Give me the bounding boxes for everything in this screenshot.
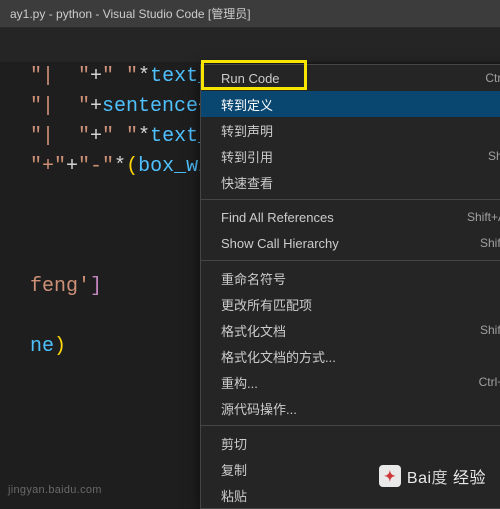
code-token: * <box>138 125 150 148</box>
menu-separator <box>201 260 500 261</box>
menu-item-label: 源代码操作... <box>221 399 297 418</box>
menu-item-label: 粘贴 <box>221 486 247 505</box>
menu-item-label: 转到引用 <box>221 147 273 166</box>
menu-item[interactable]: 重构... Ctrl+Sh <box>201 369 500 395</box>
code-token: + <box>90 95 102 118</box>
menu-item-label: 转到定义 <box>221 95 273 114</box>
menu-item[interactable]: 重命名符号 <box>201 265 500 291</box>
menu-item[interactable]: 转到引用 Shift+ <box>201 143 500 169</box>
menu-item-label: 格式化文档 <box>221 321 286 340</box>
menu-item-label: Show Call Hierarchy <box>221 236 339 251</box>
menu-item-label: Find All References <box>221 210 334 225</box>
code-token: ] <box>90 275 102 298</box>
menu-item-shortcut: Shift+ <box>488 149 500 163</box>
menu-item[interactable]: 快速查看 <box>201 169 500 195</box>
code-token: * <box>114 155 126 178</box>
watermark-brand: Bai度 经验 <box>407 470 486 487</box>
menu-item-shortcut: Shift+Alt+ <box>467 210 500 224</box>
code-token: * <box>138 65 150 88</box>
menu-item-label: 格式化文档的方式... <box>221 347 336 366</box>
code-token: + <box>90 125 102 148</box>
menu-item[interactable]: 源代码操作... <box>201 395 500 421</box>
context-menu[interactable]: Run Code Ctrl+A 转到定义转到声明转到引用 Shift+ 快速查看 Find… <box>200 64 500 509</box>
code-token: "-" <box>78 155 114 178</box>
code-token: + <box>66 155 78 178</box>
menu-item[interactable]: Find All References Shift+Alt+ <box>201 204 500 230</box>
window-title: ay1.py - python - Visual Studio Code [管理… <box>10 5 251 22</box>
menu-separator <box>201 425 500 426</box>
window-titlebar: ay1.py - python - Visual Studio Code [管理… <box>0 0 500 28</box>
menu-item[interactable]: Show Call Hierarchy Shift+A <box>201 230 500 256</box>
editor-tabbar[interactable] <box>0 28 500 62</box>
menu-item[interactable]: 格式化文档 Shift+A <box>201 317 500 343</box>
menu-item-label: 重构... <box>221 373 258 392</box>
watermark-url: jingyan.baidu.com <box>8 484 102 496</box>
menu-item[interactable]: Run Code Ctrl+A <box>201 65 500 91</box>
menu-item-label: 重命名符号 <box>221 269 286 288</box>
menu-item-shortcut: Ctrl+Sh <box>479 375 500 389</box>
menu-item-shortcut: Shift+A <box>480 323 500 337</box>
code-token: "| " <box>30 65 90 88</box>
code-token: "+" <box>30 155 66 178</box>
menu-item-label: 复制 <box>221 460 247 479</box>
menu-item[interactable]: 格式化文档的方式... <box>201 343 500 369</box>
code-token: " " <box>102 65 138 88</box>
code-token: sentence <box>102 95 198 118</box>
menu-item[interactable]: 转到声明 <box>201 117 500 143</box>
menu-item-shortcut: Shift+A <box>480 236 500 250</box>
menu-separator <box>201 199 500 200</box>
menu-item-label: 快速查看 <box>221 173 273 192</box>
code-token: " " <box>102 125 138 148</box>
menu-item-label: 剪切 <box>221 434 247 453</box>
menu-item[interactable]: 转到定义 <box>201 91 500 117</box>
code-token: ( <box>126 155 138 178</box>
menu-item[interactable]: 剪切Ct <box>201 430 500 456</box>
code-token: feng' <box>30 275 90 298</box>
watermark-logo: ✦ Bai度 经验 <box>379 464 486 488</box>
menu-item-shortcut: Ctrl+A <box>485 71 500 85</box>
code-token: "| " <box>30 125 90 148</box>
menu-item-label: 更改所有匹配项 <box>221 295 312 314</box>
menu-item[interactable]: 更改所有匹配项Ctr <box>201 291 500 317</box>
menu-item-label: Run Code <box>221 71 280 86</box>
code-token: + <box>90 65 102 88</box>
menu-item-label: 转到声明 <box>221 121 273 140</box>
code-token: ne <box>30 335 54 358</box>
code-token: ) <box>54 335 66 358</box>
code-token: "| " <box>30 95 90 118</box>
paw-icon: ✦ <box>379 465 401 487</box>
